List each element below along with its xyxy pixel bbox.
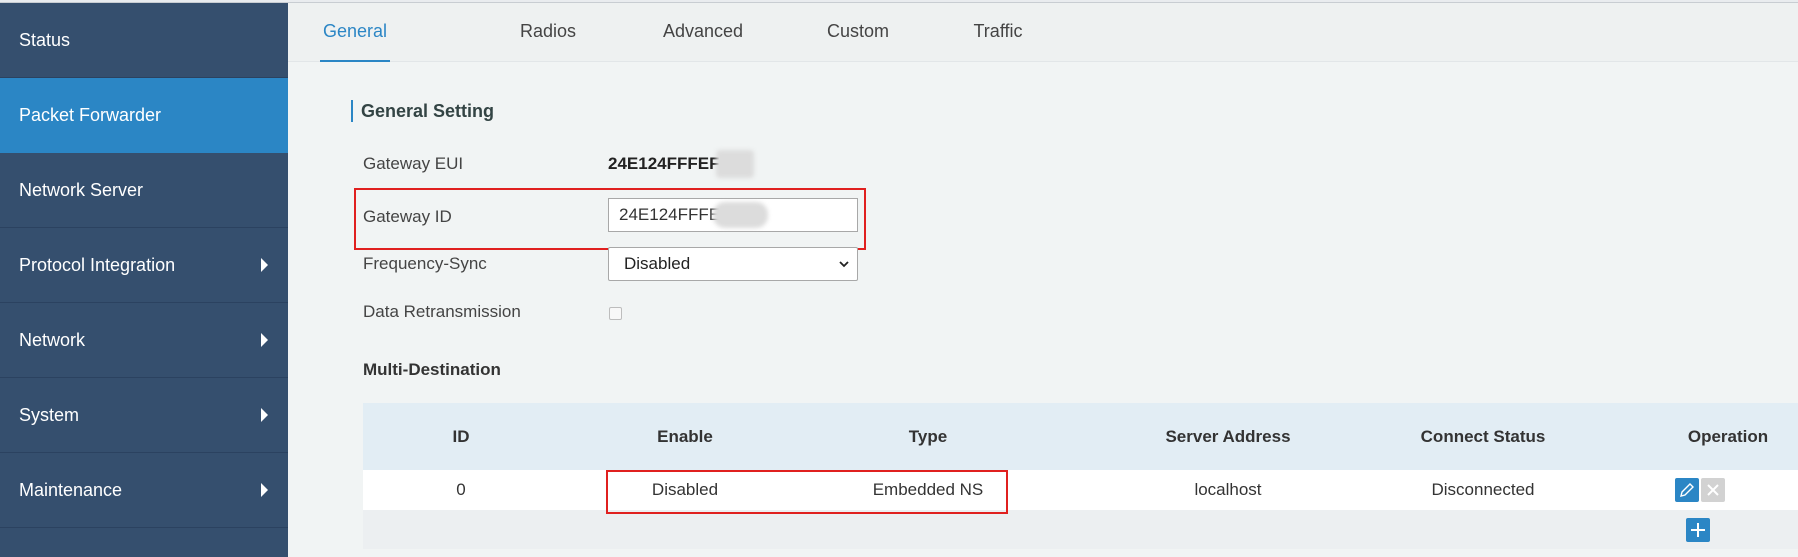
caret-right-icon [261,258,268,272]
tab-general[interactable]: General [320,3,390,62]
edit-button[interactable] [1675,478,1699,502]
cell-server-address: localhost [1194,480,1262,499]
sidebar-item-label: Network Server [19,179,144,200]
highlight-box [606,470,1008,514]
column-header-id: ID [452,427,470,446]
add-destination-button[interactable] [1686,518,1710,542]
column-header-operation: Operation [1687,427,1769,446]
gateway-eui-label: Gateway EUI [363,154,464,173]
main-content: General Radios Advanced Custom Traffic G… [288,3,1798,557]
table-row: 0 Disabled Embedded NS localhost Disconn… [363,470,1798,510]
column-header-server-address: Server Address [1165,427,1291,446]
multi-destination-table: ID Enable Type Server Address Connect St… [363,403,1798,549]
gateway-eui-value: 24E124FFFEF [608,154,720,173]
sidebar-item-label: Packet Forwarder [19,104,162,125]
cell-id: 0 [456,480,466,499]
tab-custom[interactable]: Custom [823,3,893,62]
caret-right-icon [261,408,268,422]
sidebar-item-status[interactable]: Status [0,3,288,78]
tab-advanced[interactable]: Advanced [658,3,748,62]
plus-icon [1691,523,1705,537]
section-title: General Setting [351,100,494,122]
table-header: ID Enable Type Server Address Connect St… [363,403,1798,470]
sidebar-item-label: Protocol Integration [19,254,176,275]
data-retransmission-label: Data Retransmission [363,302,521,321]
redaction-blur [716,150,754,178]
delete-button[interactable] [1701,478,1725,502]
redaction-blur [713,202,768,228]
sidebar-item-network-server[interactable]: Network Server [0,153,288,228]
tab-traffic[interactable]: Traffic [968,3,1028,62]
frequency-sync-select[interactable]: Disabled [608,247,858,281]
data-retransmission-checkbox[interactable] [609,307,622,320]
sidebar-item-system[interactable]: System [0,378,288,453]
tab-bar: General Radios Advanced Custom Traffic [288,3,1798,62]
tab-radios[interactable]: Radios [513,3,583,62]
sidebar-item-packet-forwarder[interactable]: Packet Forwarder [0,78,288,153]
column-header-type: Type [908,427,948,446]
column-header-enable: Enable [657,427,713,446]
frequency-sync-label: Frequency-Sync [363,254,487,273]
caret-right-icon [261,333,268,347]
sidebar-nav: Status Packet Forwarder Network Server P… [0,3,288,557]
chevron-down-icon [839,261,849,268]
gateway-id-label: Gateway ID [363,207,452,226]
sidebar-item-label: System [19,404,80,425]
table-footer [363,510,1798,549]
frequency-sync-value: Disabled [624,254,691,273]
caret-right-icon [261,483,268,497]
sidebar-item-label: Network [19,329,86,350]
multi-destination-title: Multi-Destination [363,360,501,379]
sidebar-item-maintenance[interactable]: Maintenance [0,453,288,528]
sidebar-item-label: Maintenance [19,479,123,500]
sidebar-item-network[interactable]: Network [0,303,288,378]
close-icon [1707,484,1719,496]
pencil-icon [1680,483,1694,497]
column-header-connect-status: Connect Status [1420,427,1546,446]
cell-connect-status: Disconnected [1431,480,1535,499]
gateway-id-value: 24E124FFFE [619,205,721,224]
sidebar-item-label: Status [19,29,71,50]
sidebar-item-protocol-integration[interactable]: Protocol Integration [0,228,288,303]
